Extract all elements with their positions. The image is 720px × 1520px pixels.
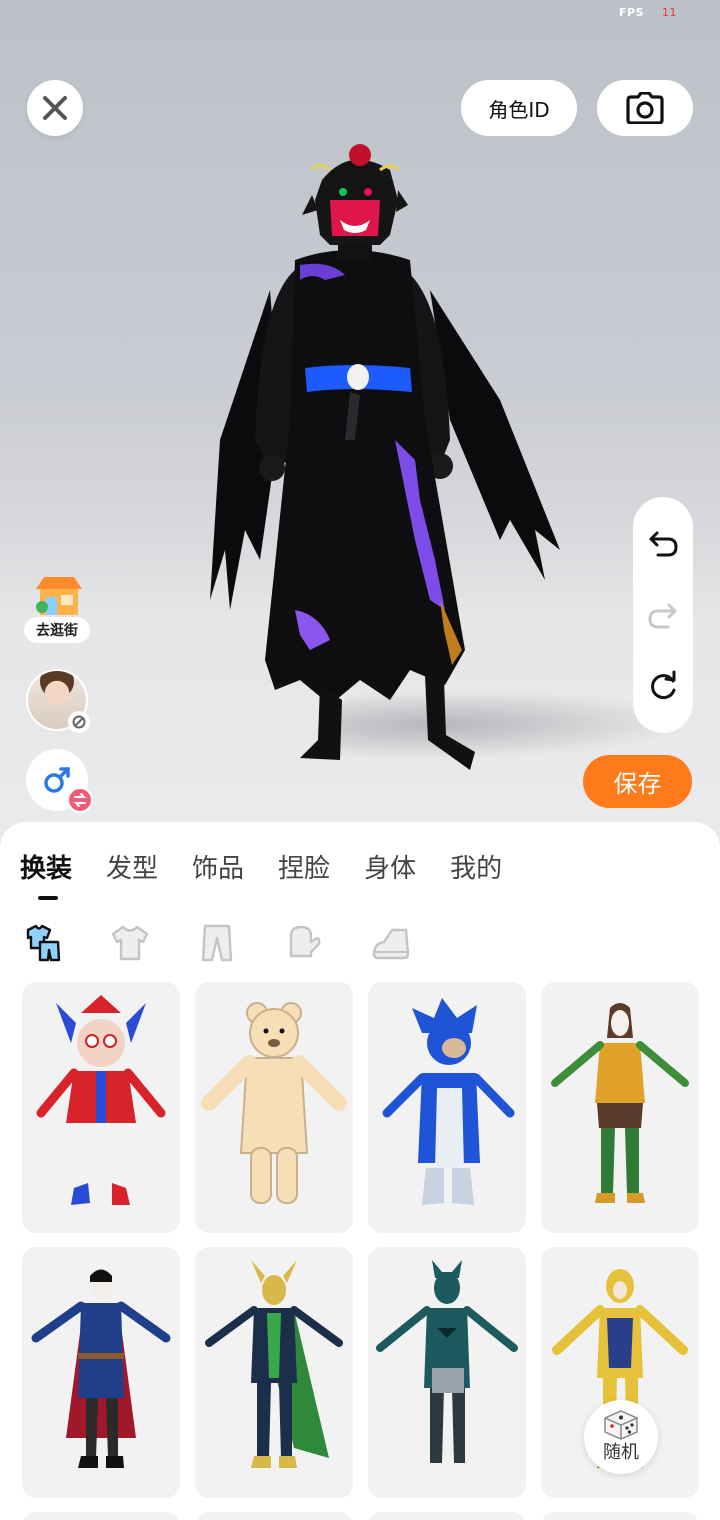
- outfit-card-5[interactable]: [22, 1247, 180, 1498]
- glove-icon: [289, 925, 321, 958]
- subcat-pants[interactable]: [196, 922, 238, 964]
- go-street-label: 去逛街: [24, 617, 90, 643]
- blue-hedgehog-costume-icon: [382, 997, 515, 1205]
- pants-icon: [201, 924, 233, 962]
- teal-bat-costume-icon: [376, 1259, 518, 1463]
- subcat-gloves[interactable]: [283, 922, 325, 964]
- tab-outfit[interactable]: 换装: [20, 848, 72, 900]
- outfit-grid-next-row: [22, 1512, 700, 1520]
- male-symbol-icon: [44, 767, 70, 793]
- history-panel: [633, 497, 693, 733]
- avatar-character[interactable]: [200, 140, 580, 780]
- outfit-card-2[interactable]: [195, 982, 353, 1233]
- tab-mine[interactable]: 我的: [450, 848, 502, 885]
- camera-button[interactable]: [597, 80, 693, 136]
- gender-switch-button[interactable]: [26, 749, 93, 813]
- subcat-outfit-set[interactable]: [22, 922, 64, 964]
- dice-icon: [604, 1410, 638, 1440]
- fps-counter: FPS 11: [619, 6, 677, 19]
- subcat-shoes[interactable]: [370, 922, 412, 964]
- sorcerer-costume-icon: [31, 1269, 171, 1468]
- outfit-card-4[interactable]: [541, 982, 699, 1233]
- outfit-card-9[interactable]: [22, 1512, 180, 1520]
- reset-icon[interactable]: [646, 670, 680, 704]
- category-tabs: 换装 发型 饰品 捏脸 身体 我的: [20, 848, 502, 900]
- undo-icon[interactable]: [646, 526, 680, 560]
- random-label: 随机: [603, 1442, 639, 1463]
- wardrobe-panel: 换装 发型 饰品 捏脸 身体 我的 随机: [0, 822, 720, 1520]
- subcat-top[interactable]: [109, 922, 151, 964]
- swap-icon: [67, 787, 93, 813]
- outfit-card-3[interactable]: [368, 982, 526, 1233]
- close-button[interactable]: [27, 80, 83, 136]
- role-id-label: 角色ID: [488, 97, 550, 122]
- subcategory-bar: [22, 922, 412, 964]
- avatar-stage[interactable]: FPS 11 角色ID 去逛街 保存: [0, 0, 720, 860]
- horned-trickster-costume-icon: [205, 1259, 343, 1468]
- outfit-card-10[interactable]: [195, 1512, 353, 1520]
- outfit-card-7[interactable]: [368, 1247, 526, 1498]
- random-button[interactable]: 随机: [584, 1400, 658, 1474]
- tab-body[interactable]: 身体: [364, 848, 416, 885]
- outfit-card-11[interactable]: [368, 1512, 526, 1520]
- shoe-icon: [372, 928, 410, 960]
- fps-label: FPS: [619, 6, 644, 19]
- outfit-card-6[interactable]: [195, 1247, 353, 1498]
- sea-hero-costume-icon: [551, 1002, 689, 1203]
- camera-icon: [626, 92, 664, 124]
- tab-accessories[interactable]: 饰品: [192, 848, 244, 885]
- outfit-card-1[interactable]: [22, 982, 180, 1233]
- fps-value: 11: [662, 6, 677, 19]
- close-icon: [43, 96, 67, 120]
- tab-hairstyle[interactable]: 发型: [106, 848, 158, 885]
- jester-costume-icon: [36, 994, 166, 1205]
- save-label: 保存: [613, 770, 662, 798]
- top-icon: [111, 925, 149, 961]
- redo-icon[interactable]: [646, 598, 680, 632]
- go-street-button[interactable]: 去逛街: [24, 577, 90, 647]
- save-button[interactable]: 保存: [583, 755, 692, 808]
- tab-face-edit[interactable]: 捏脸: [278, 848, 330, 885]
- shop-icon: [36, 577, 82, 615]
- profile-avatar-button[interactable]: [26, 669, 90, 733]
- role-id-button[interactable]: 角色ID: [461, 80, 577, 136]
- bear-costume-icon: [201, 1001, 347, 1204]
- hidden-badge-icon: [68, 711, 90, 733]
- outfit-card-12[interactable]: [541, 1512, 699, 1520]
- outfit-set-icon: [26, 924, 61, 962]
